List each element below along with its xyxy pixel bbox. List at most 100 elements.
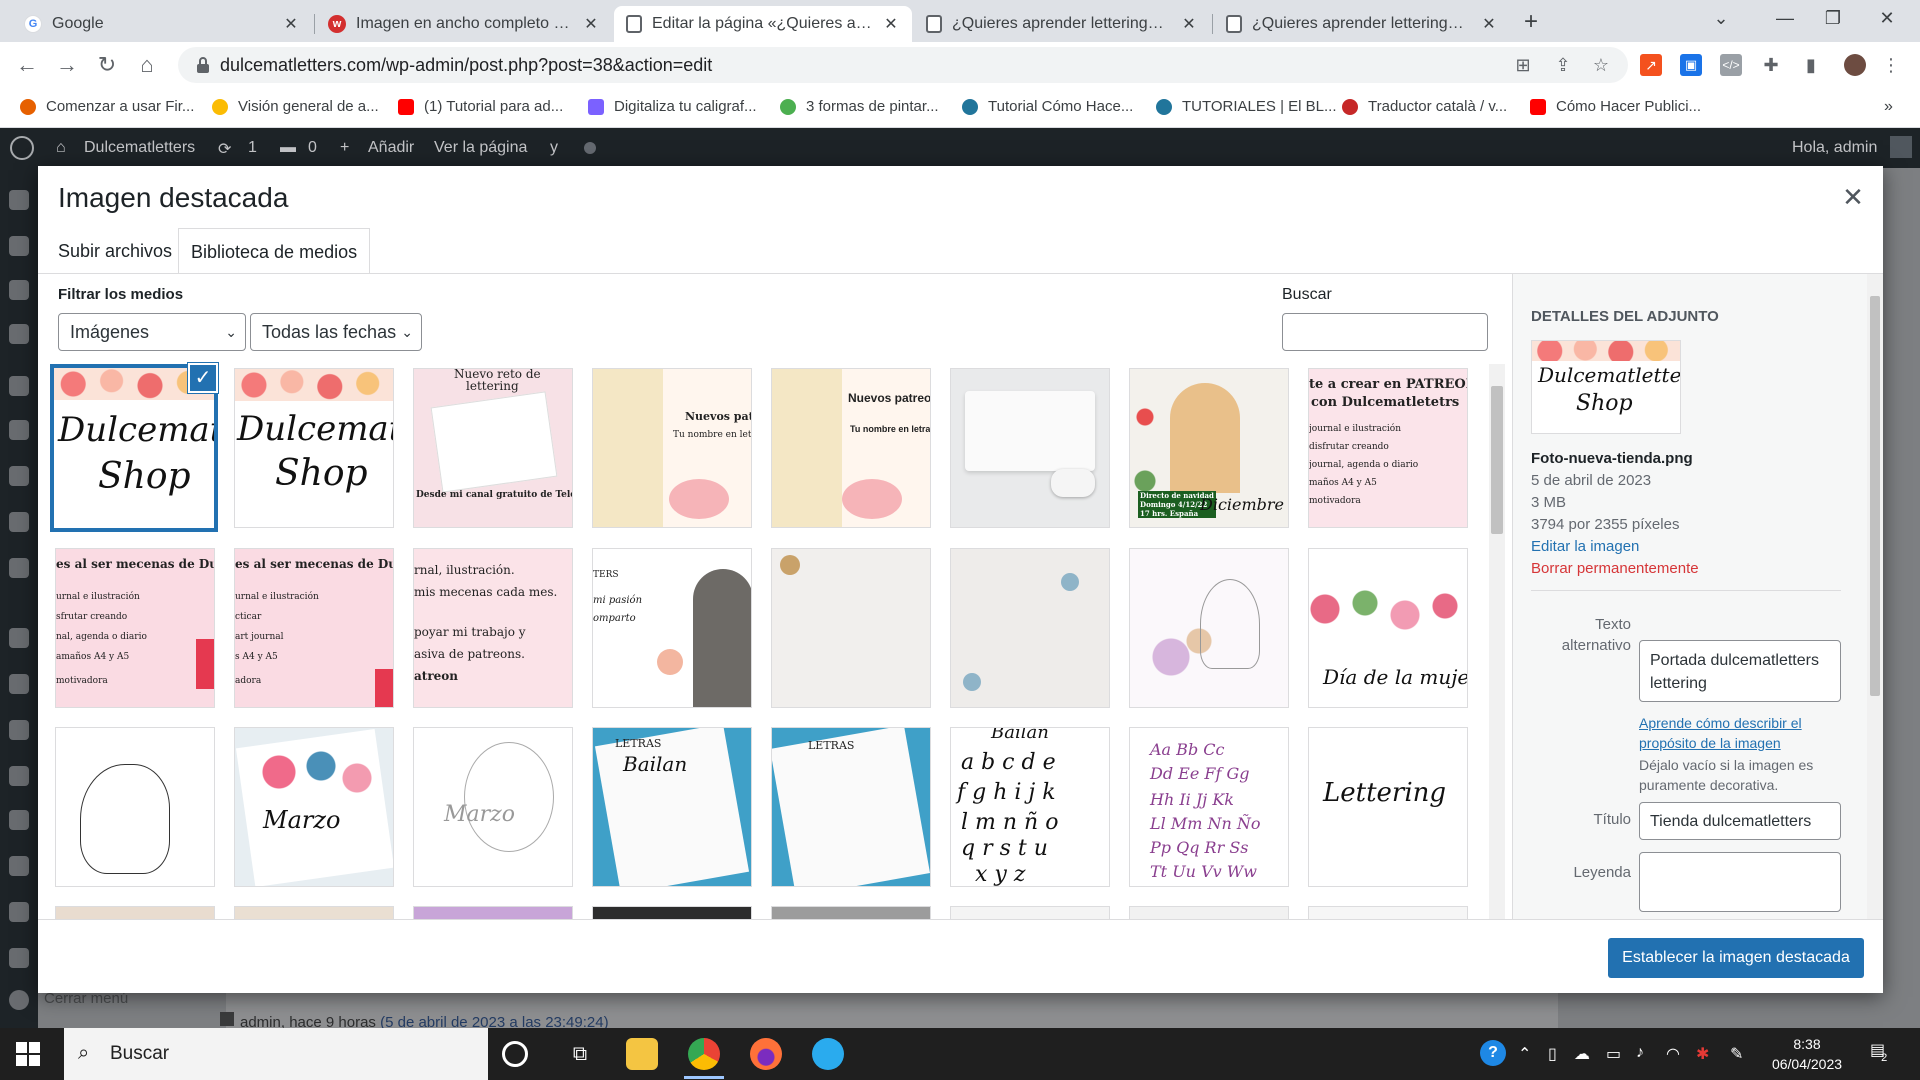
translate-icon[interactable]: ⊞ [1512, 54, 1534, 76]
help-icon[interactable]: ? [1480, 1040, 1506, 1066]
share-icon[interactable]: ⇪ [1552, 54, 1574, 76]
puzzle-icon[interactable]: ✚ [1760, 54, 1782, 76]
bookmark-item[interactable]: Traductor català / v... [1342, 98, 1507, 115]
close-tab-icon[interactable]: ✕ [1480, 14, 1498, 34]
title-field[interactable]: Tienda dulcematletters [1639, 802, 1841, 840]
menu-icon[interactable]: ⋮ [1880, 54, 1902, 76]
profile-avatar[interactable] [1844, 54, 1866, 76]
media-item[interactable]: es al ser mecenas de Dulce urnal e ilust… [234, 548, 394, 708]
yoast-icon[interactable] [9, 766, 29, 786]
settings-icon[interactable] [9, 674, 29, 694]
volume-icon[interactable]: ♪ [1636, 1044, 1644, 1062]
users-icon[interactable] [9, 628, 29, 648]
analytics-icon[interactable] [9, 280, 29, 300]
media-item[interactable] [950, 368, 1110, 528]
tab-search-chevron-icon[interactable]: ⌄ [1706, 8, 1736, 29]
woocommerce-icon[interactable] [9, 190, 29, 210]
media-item[interactable] [55, 906, 215, 919]
device-icon[interactable]: ▯ [1548, 1044, 1557, 1064]
close-icon[interactable]: ✕ [1838, 182, 1868, 212]
back-icon[interactable]: ← [12, 50, 42, 80]
more-bookmarks-icon[interactable]: » [1884, 98, 1893, 116]
site-name-link[interactable]: Dulcematletters [84, 139, 195, 157]
search-input[interactable] [1282, 313, 1488, 351]
view-page-link[interactable]: Ver la página [434, 139, 527, 157]
media-item[interactable] [950, 548, 1110, 708]
custom-fields-icon[interactable] [9, 720, 29, 740]
reload-icon[interactable]: ↻ [92, 50, 122, 80]
media-item[interactable]: Nuevos patre Tu nombre en letr [592, 368, 752, 528]
bookmark-item[interactable]: TUTORIALES | El BL... [1156, 98, 1337, 115]
layout-icon[interactable] [9, 856, 29, 876]
media-item[interactable]: Nuevo reto de lettering Desde mi canal g… [413, 368, 573, 528]
bookmark-star-icon[interactable]: ☆ [1590, 54, 1612, 76]
tools-icon[interactable] [9, 558, 29, 578]
caption-field[interactable] [1639, 852, 1841, 912]
media-item[interactable]: Marzo [413, 727, 573, 887]
insights-icon[interactable] [9, 948, 29, 968]
taskbar-clock[interactable]: 8:38 06/04/2023 [1767, 1034, 1847, 1074]
wifi-icon[interactable]: ◠ [1666, 1044, 1680, 1064]
media-item[interactable] [1308, 906, 1468, 919]
browser-tab-lettering-1[interactable]: ¿Quieres aprender lettering? - D ✕ [914, 6, 1210, 42]
code-extension-icon[interactable]: </> [1720, 54, 1742, 76]
maximize-icon[interactable]: ❐ [1818, 8, 1848, 29]
media-item[interactable] [1129, 548, 1289, 708]
templates-icon[interactable] [9, 420, 29, 440]
selected-check-icon[interactable]: ✓ [188, 363, 218, 393]
media-item[interactable]: LETRAS Bailan [592, 727, 752, 887]
battery-icon[interactable]: ▭ [1606, 1044, 1621, 1064]
details-scrollbar-thumb[interactable] [1870, 296, 1880, 696]
tab-upload-files[interactable]: Subir archivos [46, 228, 184, 274]
forward-icon[interactable]: → [52, 50, 82, 80]
media-item[interactable]: Día de la mujer [1308, 548, 1468, 708]
address-bar[interactable]: dulcematletters.com/wp-admin/post.php?po… [178, 47, 1628, 83]
close-tab-icon[interactable]: ✕ [282, 14, 300, 34]
theme-icon[interactable] [9, 810, 29, 830]
media-type-select[interactable]: Imágenes ⌄ [58, 313, 246, 351]
media-item[interactable] [55, 727, 215, 887]
bookmark-item[interactable]: Tutorial Cómo Hace... [962, 98, 1133, 115]
delete-permanently-link[interactable]: Borrar permanentemente [1531, 560, 1699, 577]
media-item[interactable]: TERS mi pasión omparto [592, 548, 752, 708]
onedrive-icon[interactable]: ☁ [1574, 1044, 1590, 1064]
telegram-icon[interactable] [812, 1038, 844, 1070]
pen-icon[interactable]: ✎ [1730, 1044, 1743, 1064]
taskbar-search-box[interactable]: ⌕ Buscar [64, 1028, 488, 1080]
edit-image-link[interactable]: Editar la imagen [1531, 538, 1639, 555]
media-item[interactable]: Dulcematletters Shop [234, 368, 394, 528]
collapse-menu-icon[interactable] [9, 990, 29, 1010]
windows-start-icon[interactable] [16, 1042, 40, 1066]
set-featured-image-button[interactable]: Establecer la imagen destacada [1608, 938, 1864, 978]
notifications-icon[interactable]: ▤2 [1870, 1040, 1891, 1064]
bookmark-item[interactable]: Comenzar a usar Fir... [20, 98, 194, 115]
media-item[interactable]: Bailan a b c d e f g h i j k l m n ñ o q… [950, 727, 1110, 887]
media-item[interactable]: Nuevos patreo Tu nombre en letra [771, 368, 931, 528]
cortana-icon[interactable] [502, 1041, 528, 1067]
media-item[interactable] [771, 906, 931, 919]
browser-tab-imagen[interactable]: w Imagen en ancho completo – Pre ✕ [316, 6, 612, 42]
chrome-icon[interactable] [688, 1038, 720, 1070]
yoast-icon[interactable]: y [550, 139, 558, 157]
media-item[interactable]: Directo de navidad Domingo 4/12/22 17 hrs.… [1129, 368, 1289, 528]
minimize-icon[interactable]: — [1770, 8, 1800, 29]
media-item[interactable]: Marzo [234, 727, 394, 887]
comments-icon[interactable]: ▬ [280, 139, 296, 157]
alt-help-link[interactable]: Aprende cómo describir el propósito de l… [1639, 714, 1849, 753]
bookmark-item[interactable]: 3 formas de pintar... [780, 98, 939, 115]
add-new-link[interactable]: Añadir [368, 139, 414, 157]
browser-tab-google[interactable]: G Google ✕ [12, 6, 312, 42]
security-alert-icon[interactable]: ✱ [1696, 1044, 1709, 1064]
bookmark-item[interactable]: Digitaliza tu caligraf... [588, 98, 757, 115]
media-item[interactable] [592, 906, 752, 919]
media-item[interactable] [771, 548, 931, 708]
media-item[interactable]: Aa Bb Cc Dd Ee Ff Gg Hh Ii Jj Kk Ll Mm N… [1129, 727, 1289, 887]
avatar[interactable] [1890, 136, 1912, 158]
alt-text-field[interactable]: Portada dulcematletters lettering [1639, 640, 1841, 702]
plugins-icon[interactable] [9, 512, 29, 532]
browser-tab-lettering-2[interactable]: ¿Quieres aprender lettering? - D ✕ [1214, 6, 1510, 42]
media-item[interactable] [1129, 906, 1289, 919]
bookmark-item[interactable]: Visión general de a... [212, 98, 379, 115]
bookmark-item[interactable]: (1) Tutorial para ad... [398, 98, 563, 115]
file-explorer-icon[interactable] [626, 1038, 658, 1070]
